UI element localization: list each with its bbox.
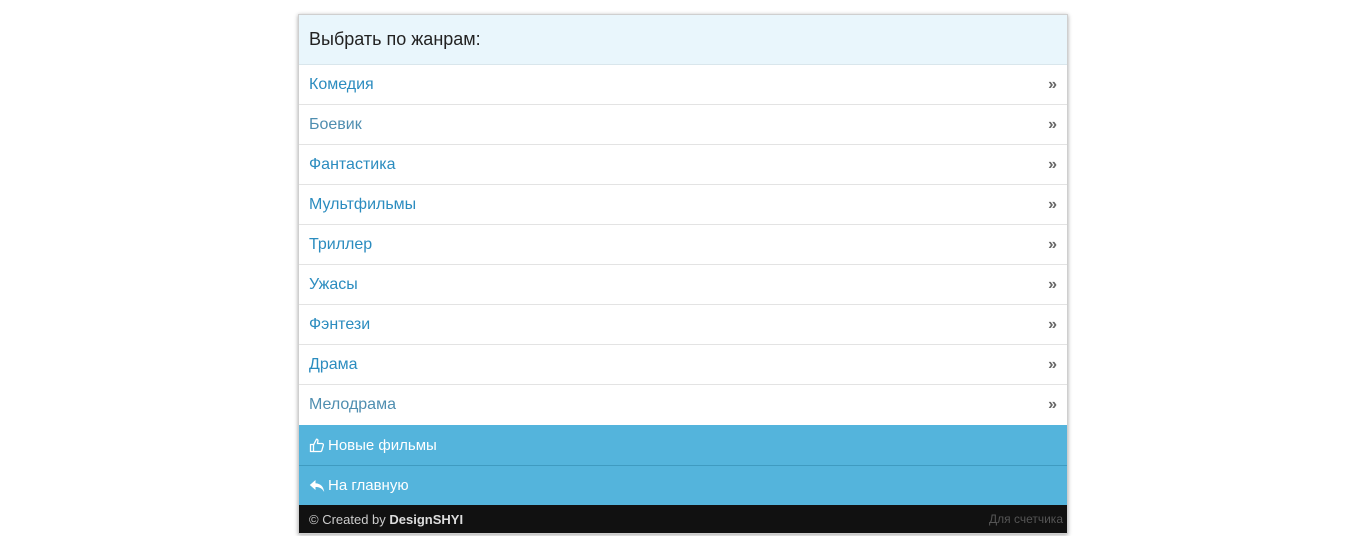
- chevron-right-icon: »: [1048, 355, 1057, 373]
- genre-item-thriller[interactable]: Триллер »: [299, 225, 1067, 265]
- new-films-label: Новые фильмы: [328, 436, 437, 454]
- genre-item-cartoons[interactable]: Мультфильмы »: [299, 185, 1067, 225]
- genre-item-melodrama[interactable]: Мелодрама »: [299, 385, 1067, 425]
- new-films-button[interactable]: Новые фильмы: [299, 425, 1067, 465]
- genre-item-scifi[interactable]: Фантастика »: [299, 145, 1067, 185]
- footer: © Created by DesignSHYI Для счетчика: [299, 505, 1067, 533]
- genre-item-fantasy[interactable]: Фэнтези »: [299, 305, 1067, 345]
- home-button[interactable]: На главную: [299, 465, 1067, 505]
- genre-item-action[interactable]: Боевик »: [299, 105, 1067, 145]
- genre-label: Мелодрама: [309, 396, 396, 413]
- thumbs-up-icon: [309, 438, 325, 453]
- genre-label: Мультфильмы: [309, 195, 417, 213]
- genre-panel: Выбрать по жанрам: Комедия » Боевик » Фа…: [298, 14, 1068, 534]
- chevron-right-icon: »: [1048, 235, 1057, 253]
- genre-label: Комедия: [309, 75, 374, 93]
- genre-label: Фэнтези: [309, 315, 371, 333]
- reply-icon: [309, 479, 325, 492]
- genre-label: Фантастика: [309, 155, 396, 173]
- chevron-right-icon: »: [1048, 275, 1057, 293]
- brand-link[interactable]: DesignSHYI: [389, 512, 463, 527]
- genre-label: Боевик: [309, 115, 362, 133]
- genre-label: Триллер: [309, 235, 373, 253]
- genre-item-drama[interactable]: Драма »: [299, 345, 1067, 385]
- chevron-right-icon: »: [1048, 115, 1057, 133]
- genre-item-horror[interactable]: Ужасы »: [299, 265, 1067, 305]
- counter-placeholder: Для счетчика: [989, 512, 1063, 526]
- panel-title: Выбрать по жанрам:: [299, 15, 1067, 65]
- chevron-right-icon: »: [1048, 315, 1057, 333]
- home-label: На главную: [328, 477, 409, 494]
- chevron-right-icon: »: [1048, 396, 1057, 413]
- chevron-right-icon: »: [1048, 195, 1057, 213]
- copyright-text: © Created by DesignSHYI: [309, 512, 463, 527]
- genre-label: Драма: [309, 355, 358, 373]
- genre-list: Комедия » Боевик » Фантастика » Мультфил…: [299, 65, 1067, 425]
- chevron-right-icon: »: [1048, 75, 1057, 93]
- genre-item-comedy[interactable]: Комедия »: [299, 65, 1067, 105]
- chevron-right-icon: »: [1048, 155, 1057, 173]
- genre-label: Ужасы: [309, 275, 358, 293]
- copyright-prefix: © Created by: [309, 511, 390, 527]
